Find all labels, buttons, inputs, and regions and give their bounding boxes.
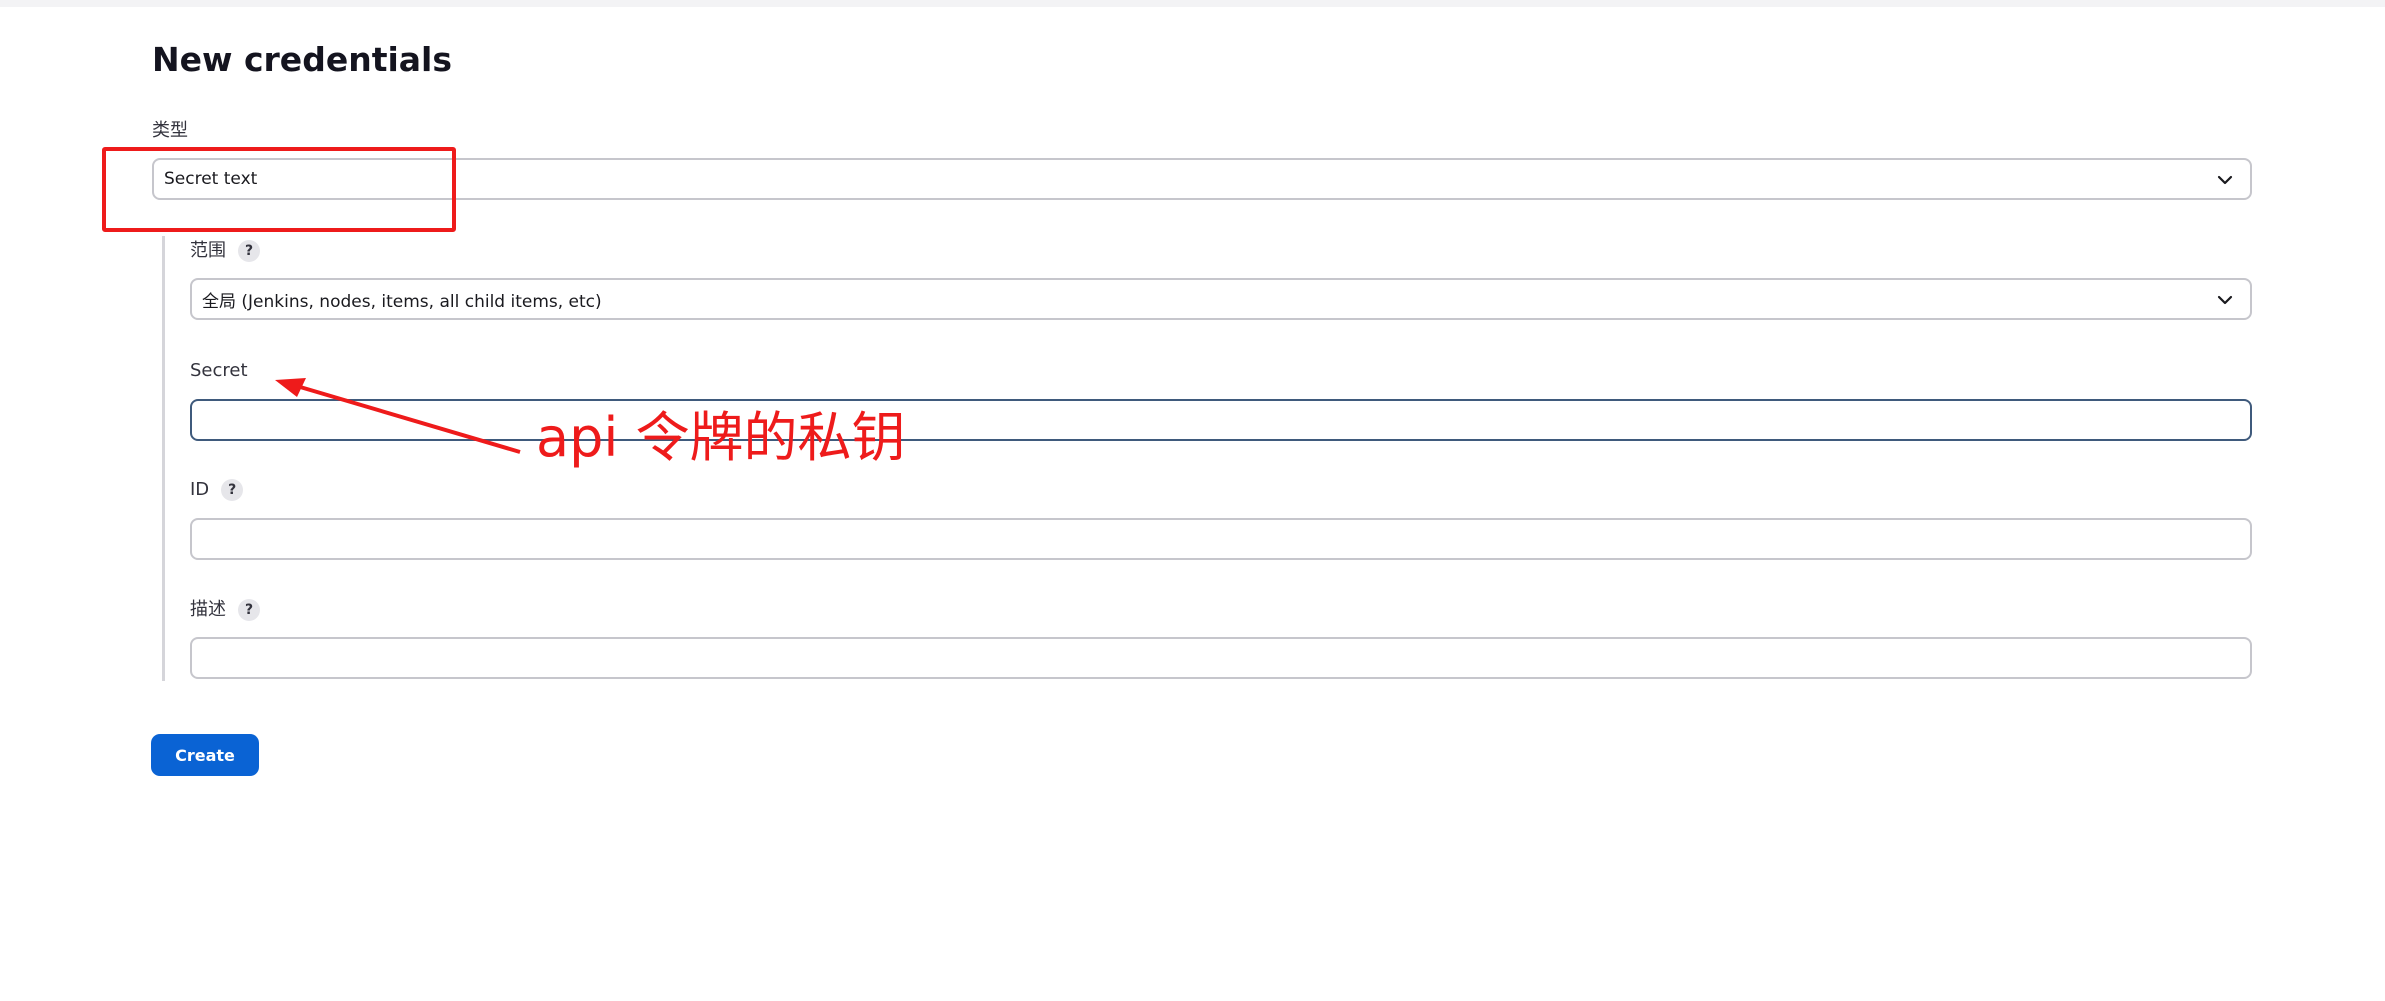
annotation-text: api 令牌的私钥 [536,406,906,469]
annotation-arrow-icon [275,378,521,454]
